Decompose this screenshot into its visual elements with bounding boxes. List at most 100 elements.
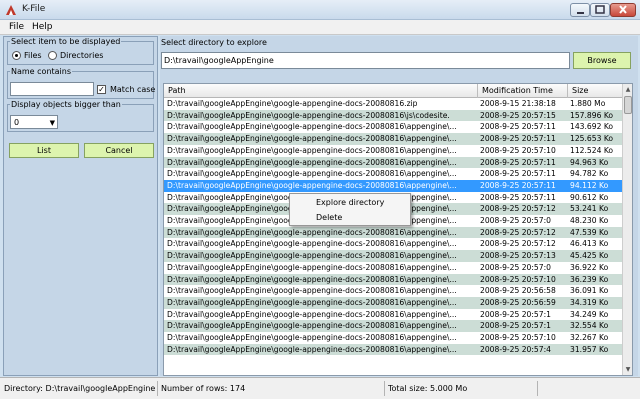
table-row[interactable]: D:\travail\googleAppEngine\google-appeng… [164, 320, 622, 332]
min-size-value: 0 [14, 118, 20, 127]
status-divider [537, 381, 538, 396]
table-row[interactable]: D:\travail\googleAppEngine\google-appeng… [164, 145, 622, 157]
table-row[interactable]: D:\travail\googleAppEngine\google-appeng… [164, 343, 622, 356]
cell-modification-time: 2008-9-25 20:57:0 [480, 262, 551, 272]
table-row[interactable]: D:\travail\googleAppEngine\google-appeng… [164, 133, 622, 145]
cell-path: D:\travail\googleAppEngine\google-appeng… [167, 297, 457, 307]
maximize-button[interactable] [590, 3, 610, 17]
name-contains-input[interactable] [10, 82, 94, 96]
cell-size: 94.963 Ko [570, 157, 609, 167]
name-filter-group-title: Name contains [11, 67, 72, 76]
table-row[interactable]: D:\travail\googleAppEngine\google-appeng… [164, 168, 622, 180]
app-icon [6, 5, 16, 15]
column-header-time[interactable]: Modification Time [482, 86, 553, 95]
minimize-icon [577, 12, 584, 14]
directories-radio[interactable] [48, 51, 57, 60]
cell-modification-time: 2008-9-25 20:56:58 [480, 286, 556, 296]
cell-path: D:\travail\googleAppEngine\google-appeng… [167, 227, 457, 237]
match-case-checkbox[interactable]: ✓ [97, 85, 106, 94]
cell-path: D:\travail\googleAppEngine\google-appeng… [167, 239, 457, 249]
directory-input[interactable]: D:\travail\googleAppEngine [161, 52, 570, 69]
table-row[interactable]: D:\travail\googleAppEngine\google-appeng… [164, 332, 622, 344]
menu-file[interactable]: File [9, 22, 24, 32]
cell-path: D:\travail\googleAppEngine\google-appeng… [167, 134, 457, 144]
cell-path: D:\travail\googleAppEngine\google-appeng… [167, 274, 457, 284]
cell-path: D:\travail\googleAppEngine\google-appeng… [167, 122, 457, 132]
table-row[interactable]: D:\travail\googleAppEngine\google-appeng… [164, 121, 622, 133]
cell-path: D:\travail\googleAppEngine\google-appeng… [167, 157, 457, 167]
min-size-dropdown[interactable]: 0 ▼ [10, 115, 58, 129]
cell-modification-time: 2008-9-25 20:57:11 [480, 180, 556, 190]
filter-panel: Select item to be displayed Files Direct… [3, 36, 158, 376]
browse-button[interactable]: Browse [573, 52, 631, 69]
table-row[interactable]: D:\travail\googleAppEngine\google-appeng… [164, 309, 622, 321]
cell-path: D:\travail\googleAppEngine\google-appeng… [167, 99, 418, 108]
column-header-size[interactable]: Size [572, 86, 588, 95]
table-row[interactable]: D:\travail\googleAppEngine\google-appeng… [164, 156, 622, 169]
minimize-button[interactable] [570, 3, 590, 17]
status-total-size: Total size: 5.000 Mo [388, 384, 468, 393]
table-row[interactable]: D:\travail\googleAppEngine\google-appeng… [164, 238, 622, 250]
cell-size: 125.653 Ko [570, 134, 614, 144]
cell-path: D:\travail\googleAppEngine\google-appeng… [167, 262, 457, 272]
table-row[interactable]: D:\travail\googleAppEngine\google-appeng… [164, 98, 622, 110]
table-row[interactable]: D:\travail\googleAppEngine\google-appeng… [164, 109, 622, 122]
column-header-path[interactable]: Path [168, 86, 186, 95]
list-button[interactable]: List [9, 143, 79, 158]
directories-radio-label: Directories [60, 51, 104, 60]
cell-modification-time: 2008-9-25 20:57:13 [480, 251, 556, 261]
cell-modification-time: 2008-9-25 20:57:11 [480, 169, 556, 179]
scroll-up-icon[interactable]: ▲ [623, 84, 632, 95]
cell-size: 157.896 Ko [570, 110, 614, 120]
close-icon [619, 5, 627, 14]
cell-path: D:\travail\googleAppEngine\google-appeng… [167, 321, 457, 331]
cancel-button[interactable]: Cancel [84, 143, 154, 158]
cell-size: 94.112 Ko [570, 180, 609, 190]
cell-modification-time: 2008-9-25 20:57:15 [480, 110, 556, 120]
cell-modification-time: 2008-9-25 20:57:12 [480, 204, 556, 214]
cell-path: D:\travail\googleAppEngine\google-appeng… [167, 169, 457, 179]
table-row[interactable]: D:\travail\googleAppEngine\google-appeng… [164, 226, 622, 239]
table-row[interactable]: D:\travail\googleAppEngine\google-appeng… [164, 285, 622, 297]
table-row[interactable]: D:\travail\googleAppEngine\google-appeng… [164, 262, 622, 274]
match-case-label: Match case [110, 85, 156, 94]
cell-path: D:\travail\googleAppEngine\google-appeng… [167, 145, 457, 155]
close-button[interactable] [610, 3, 636, 17]
cell-size: 143.692 Ko [570, 122, 614, 132]
cell-path: D:\travail\googleAppEngine\google-appeng… [167, 110, 450, 120]
cell-size: 112.524 Ko [570, 145, 614, 155]
status-divider [157, 381, 158, 396]
context-menu-delete[interactable]: Delete [316, 213, 342, 222]
cell-size: 46.413 Ko [570, 239, 609, 249]
directory-label: Select directory to explore [161, 38, 267, 47]
table-row[interactable]: D:\travail\googleAppEngine\google-appeng… [164, 273, 622, 286]
cell-modification-time: 2008-9-25 20:57:11 [480, 192, 556, 202]
column-divider[interactable] [477, 84, 478, 98]
cell-size: 31.957 Ko [570, 344, 609, 354]
size-filter-group-title: Display objects bigger than [11, 100, 121, 109]
scroll-down-icon[interactable]: ▼ [623, 364, 632, 375]
cell-path: D:\travail\googleAppEngine\google-appeng… [167, 333, 457, 342]
file-table: Path Modification Time Size D:\travail\g… [163, 83, 633, 376]
column-divider[interactable] [567, 84, 568, 98]
table-row[interactable]: D:\travail\googleAppEngine\google-appeng… [164, 250, 622, 262]
cell-modification-time: 2008-9-25 20:57:11 [480, 157, 556, 167]
status-directory: Directory: D:\travail\googleAppEngine [4, 384, 156, 393]
cell-size: 36.091 Ko [570, 286, 609, 296]
cell-path: D:\travail\googleAppEngine\google-appeng… [167, 309, 457, 319]
table-row[interactable]: D:\travail\googleAppEngine\google-appeng… [164, 179, 622, 192]
cell-modification-time: 2008-9-25 20:57:0 [480, 216, 551, 225]
cell-size: 36.239 Ko [570, 274, 609, 284]
files-radio[interactable] [12, 51, 21, 60]
cell-size: 36.922 Ko [570, 262, 609, 272]
cell-modification-time: 2008-9-25 20:57:10 [480, 333, 556, 342]
table-header: Path Modification Time Size [164, 84, 622, 98]
menu-help[interactable]: Help [32, 22, 53, 32]
cell-size: 48.230 Ko [570, 216, 609, 225]
context-menu-explore-directory[interactable]: Explore directory [316, 198, 384, 207]
scrollbar-thumb[interactable] [624, 96, 632, 114]
table-row[interactable]: D:\travail\googleAppEngine\google-appeng… [164, 296, 622, 309]
cell-size: 94.782 Ko [570, 169, 609, 179]
window-title: K-File [22, 4, 46, 14]
vertical-scrollbar[interactable]: ▲ ▼ [622, 84, 632, 375]
